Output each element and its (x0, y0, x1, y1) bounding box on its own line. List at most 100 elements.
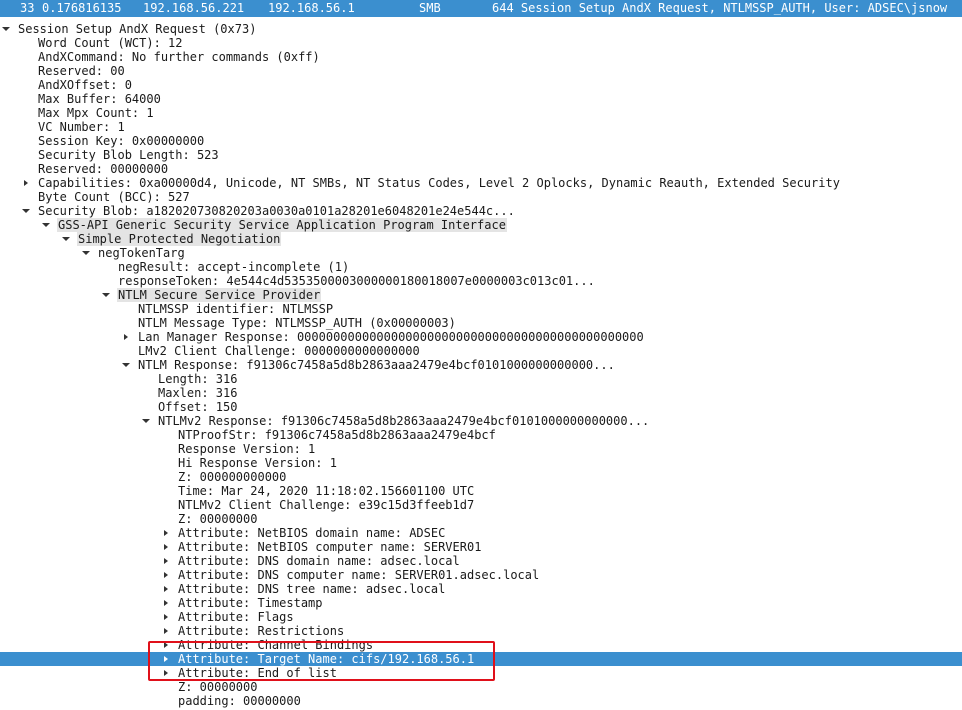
tree-row-label: Attribute: DNS computer name: SERVER01.a… (178, 568, 540, 582)
tree-row[interactable]: AndXOffset: 0 (0, 78, 962, 92)
tree-row-label: Attribute: Flags (178, 610, 294, 624)
tree-row[interactable]: Time: Mar 24, 2020 11:18:02.156601100 UT… (0, 484, 962, 498)
tree-row[interactable]: Byte Count (BCC): 527 (0, 190, 962, 204)
tree-row[interactable]: negTokenTarg (0, 246, 962, 260)
tree-row[interactable]: NTProofStr: f91306c7458a5d8b2863aaa2479e… (0, 428, 962, 442)
tree-row-label: NTLM Secure Service Provider (117, 288, 322, 302)
tree-row[interactable]: Session Setup AndX Request (0x73) (0, 22, 962, 36)
tree-row[interactable]: padding: 00000000 (0, 694, 962, 708)
collapsed-arrow-icon[interactable] (160, 638, 172, 652)
tree-row-label: VC Number: 1 (38, 120, 125, 134)
tree-row-label: negTokenTarg (98, 246, 185, 260)
tree-row[interactable]: Attribute: Flags (0, 610, 962, 624)
tree-row-label: padding: 00000000 (178, 694, 301, 708)
tree-row[interactable]: LMv2 Client Challenge: 0000000000000000 (0, 344, 962, 358)
tree-row[interactable]: Attribute: DNS tree name: adsec.local (0, 582, 962, 596)
tree-row-label: Attribute: Restrictions (178, 624, 345, 638)
tree-row[interactable]: Hi Response Version: 1 (0, 456, 962, 470)
collapsed-arrow-icon[interactable] (160, 610, 172, 624)
tree-row[interactable]: Word Count (WCT): 12 (0, 36, 962, 50)
collapsed-arrow-icon[interactable] (20, 176, 32, 190)
tree-row[interactable]: Offset: 150 (0, 400, 962, 414)
tree-row[interactable]: Attribute: Restrictions (0, 624, 962, 638)
collapsed-arrow-icon[interactable] (120, 330, 132, 344)
tree-row-label: Attribute: Target Name: cifs/192.168.56.… (178, 652, 475, 666)
tree-row[interactable]: Attribute: NetBIOS computer name: SERVER… (0, 540, 962, 554)
tree-row[interactable]: NTLMv2 Client Challenge: e39c15d3ffeeb1d… (0, 498, 962, 512)
expanded-arrow-icon[interactable] (100, 288, 112, 302)
collapsed-arrow-icon[interactable] (160, 596, 172, 610)
expanded-arrow-icon[interactable] (60, 232, 72, 246)
tree-row[interactable]: Lan Manager Response: 000000000000000000… (0, 330, 962, 344)
tree-row-label: negResult: accept-incomplete (1) (118, 260, 350, 274)
tree-row[interactable]: NTLMSSP identifier: NTLMSSP (0, 302, 962, 316)
tree-row[interactable]: Reserved: 00000000 (0, 162, 962, 176)
tree-row-label: Attribute: NetBIOS domain name: ADSEC (178, 526, 446, 540)
tree-row[interactable]: NTLM Message Type: NTLMSSP_AUTH (0x00000… (0, 316, 962, 330)
tree-row[interactable]: Max Buffer: 64000 (0, 92, 962, 106)
tree-row[interactable]: AndXCommand: No further commands (0xff) (0, 50, 962, 64)
tree-row[interactable]: Reserved: 00 (0, 64, 962, 78)
tree-row-label: Byte Count (BCC): 527 (38, 190, 190, 204)
collapsed-arrow-icon[interactable] (160, 526, 172, 540)
expanded-arrow-icon[interactable] (20, 204, 32, 218)
tree-row-label: NTLMv2 Client Challenge: e39c15d3ffeeb1d… (178, 498, 475, 512)
packet-list-row-selected[interactable]: 33 0.176816135 192.168.56.221 192.168.56… (0, 0, 962, 17)
tree-row-label: AndXCommand: No further commands (0xff) (38, 50, 320, 64)
tree-row-label: Reserved: 00000000 (38, 162, 169, 176)
tree-row-label: NTLM Message Type: NTLMSSP_AUTH (0x00000… (138, 316, 456, 330)
tree-row-label: Max Mpx Count: 1 (38, 106, 154, 120)
tree-row-label: Offset: 150 (158, 400, 238, 414)
tree-row-label: Attribute: NetBIOS computer name: SERVER… (178, 540, 482, 554)
tree-row[interactable]: Z: 00000000 (0, 680, 962, 694)
expanded-arrow-icon[interactable] (140, 414, 152, 428)
tree-row[interactable]: negResult: accept-incomplete (1) (0, 260, 962, 274)
tree-row[interactable]: Maxlen: 316 (0, 386, 962, 400)
tree-row[interactable]: Z: 000000000000 (0, 470, 962, 484)
collapsed-arrow-icon[interactable] (160, 568, 172, 582)
expanded-arrow-icon[interactable] (40, 218, 52, 232)
expanded-arrow-icon[interactable] (0, 22, 12, 36)
collapsed-arrow-icon[interactable] (160, 624, 172, 638)
tree-row[interactable]: Security Blob: a182020730820203a0030a010… (0, 204, 962, 218)
packet-details-tree: Session Setup AndX Request (0x73) Word Co… (0, 22, 962, 708)
collapsed-arrow-icon[interactable] (160, 582, 172, 596)
expanded-arrow-icon[interactable] (120, 358, 132, 372)
tree-row[interactable]: NTLM Secure Service Provider (0, 288, 962, 302)
tree-row[interactable]: NTLM Response: f91306c7458a5d8b2863aaa24… (0, 358, 962, 372)
collapsed-arrow-icon[interactable] (160, 666, 172, 680)
tree-row[interactable]: Attribute: Channel Bindings (0, 638, 962, 652)
tree-row[interactable]: Attribute: Target Name: cifs/192.168.56.… (0, 652, 962, 666)
tree-row-label: Attribute: Channel Bindings (178, 638, 374, 652)
tree-row[interactable]: Length: 316 (0, 372, 962, 386)
tree-row-label: NTLMSSP identifier: NTLMSSP (138, 302, 334, 316)
tree-row[interactable]: Attribute: DNS computer name: SERVER01.a… (0, 568, 962, 582)
tree-row[interactable]: Attribute: End of list (0, 666, 962, 680)
tree-row[interactable]: Capabilities: 0xa00000d4, Unicode, NT SM… (0, 176, 962, 190)
collapsed-arrow-icon[interactable] (160, 540, 172, 554)
tree-row[interactable]: Z: 00000000 (0, 512, 962, 526)
tree-row[interactable]: Attribute: DNS domain name: adsec.local (0, 554, 962, 568)
tree-row[interactable]: VC Number: 1 (0, 120, 962, 134)
tree-row-label: GSS-API Generic Security Service Applica… (57, 218, 507, 232)
tree-row[interactable]: NTLMv2 Response: f91306c7458a5d8b2863aaa… (0, 414, 962, 428)
tree-row[interactable]: Session Key: 0x00000000 (0, 134, 962, 148)
tree-row-label: Hi Response Version: 1 (178, 456, 337, 470)
packet-info: 644 Session Setup AndX Request, NTLMSSP_… (492, 1, 948, 15)
tree-row[interactable]: Attribute: Timestamp (0, 596, 962, 610)
tree-row[interactable]: Response Version: 1 (0, 442, 962, 456)
tree-row-label: Length: 316 (158, 372, 238, 386)
tree-row-label: NTLMv2 Response: f91306c7458a5d8b2863aaa… (158, 414, 650, 428)
tree-row[interactable]: Security Blob Length: 523 (0, 148, 962, 162)
tree-row[interactable]: GSS-API Generic Security Service Applica… (0, 218, 962, 232)
tree-row[interactable]: responseToken: 4e544c4d53535000030000001… (0, 274, 962, 288)
tree-row-label: Z: 00000000 (178, 680, 258, 694)
tree-row-label: NTProofStr: f91306c7458a5d8b2863aaa2479e… (178, 428, 496, 442)
tree-row[interactable]: Max Mpx Count: 1 (0, 106, 962, 120)
tree-row[interactable]: Simple Protected Negotiation (0, 232, 962, 246)
collapsed-arrow-icon[interactable] (160, 554, 172, 568)
tree-row-label: Z: 000000000000 (178, 470, 287, 484)
tree-row[interactable]: Attribute: NetBIOS domain name: ADSEC (0, 526, 962, 540)
collapsed-arrow-icon[interactable] (160, 652, 172, 666)
expanded-arrow-icon[interactable] (80, 246, 92, 260)
